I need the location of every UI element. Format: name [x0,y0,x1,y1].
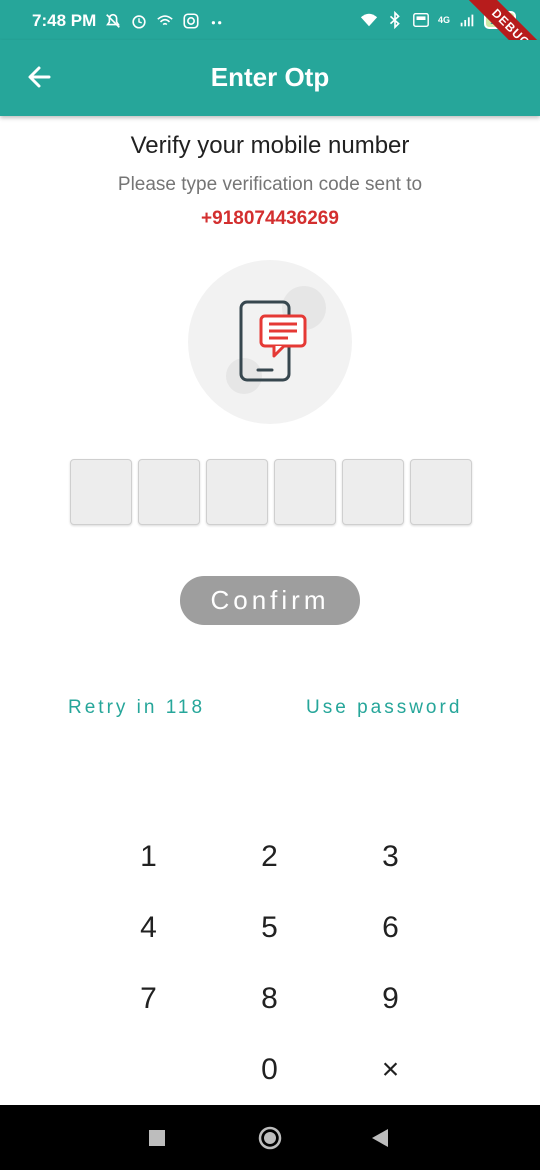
key-7[interactable]: 7 [88,966,209,1037]
otp-illustration [188,260,352,424]
numeric-keypad: 1 2 3 4 5 6 7 8 9 0 × [88,824,452,1108]
signal-4g-icon [460,14,474,27]
app-bar: Enter Otp [0,40,540,116]
otp-input-row [70,459,472,525]
phone-number: +918074436269 [201,208,339,229]
key-3[interactable]: 3 [330,824,451,895]
key-5[interactable]: 5 [209,895,330,966]
alarm-icon [132,15,146,29]
volte-icon [413,12,429,28]
key-delete[interactable]: × [330,1037,451,1108]
otp-digit-6[interactable] [410,459,472,525]
bluetooth-icon [389,11,400,29]
wifi-icon [360,13,378,27]
recents-square-icon[interactable] [148,1125,166,1151]
back-triangle-icon[interactable] [370,1125,390,1151]
system-nav-bar [0,1105,540,1170]
phone-message-icon [226,286,326,394]
page-title: Enter Otp [210,62,330,92]
key-0[interactable]: 0 [209,1037,330,1108]
otp-digit-1[interactable] [70,459,132,525]
status-time: 7:48 PM [32,11,97,30]
otp-digit-4[interactable] [274,459,336,525]
instagram-icon [183,13,199,29]
mute-icon [106,13,120,28]
status-notification-icons [104,12,226,30]
more-dots-icon [211,21,222,25]
key-1[interactable]: 1 [88,824,209,895]
otp-digit-2[interactable] [138,459,200,525]
verify-heading: Verify your mobile number [130,132,410,159]
network-type-label: 4G [437,15,450,25]
verify-subtitle: Please type verification code sent to [117,174,423,195]
key-2[interactable]: 2 [209,824,330,895]
otp-digit-3[interactable] [206,459,268,525]
key-4[interactable]: 4 [88,895,209,966]
retry-timer-link[interactable]: Retry in 118 [68,697,205,719]
key-6[interactable]: 6 [330,895,451,966]
confirm-button[interactable]: Confirm [180,576,360,625]
status-bar: 7:48 PM 4G 100 DEBUG [0,0,540,82]
key-9[interactable]: 9 [330,966,451,1037]
otp-digit-5[interactable] [342,459,404,525]
wifi-calling-icon [157,15,173,26]
home-circle-icon[interactable] [256,1125,284,1151]
use-password-link[interactable]: Use password [306,697,462,719]
key-8[interactable]: 8 [209,966,330,1037]
